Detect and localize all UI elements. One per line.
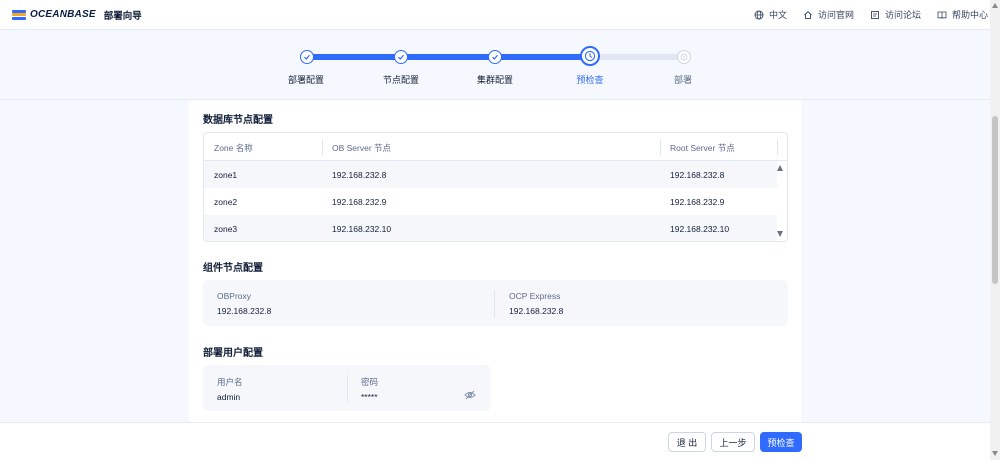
- step-label-precheck: 预检查: [576, 75, 604, 85]
- precheck-button[interactable]: 预检查: [760, 432, 802, 452]
- nav-official-site-label: 访问官网: [817, 10, 854, 20]
- obproxy-value: 192.168.232.8: [217, 306, 272, 316]
- column-divider: [660, 139, 661, 155]
- step-label-node-config[interactable]: 节点配置: [383, 73, 419, 86]
- scroll-down-icon[interactable]: [992, 451, 998, 456]
- column-header-zone: Zone 名称: [214, 143, 253, 153]
- window-scrollbar[interactable]: [990, 0, 1000, 460]
- cell-zone: zone3: [214, 224, 238, 234]
- cell-root-server: 192.168.232.9: [670, 197, 725, 207]
- column-divider: [777, 139, 778, 155]
- cell-zone: zone1: [214, 170, 238, 180]
- card-divider: [347, 375, 348, 403]
- nav-help-center-label: 帮助中心: [951, 10, 988, 20]
- step-node-node-config[interactable]: [394, 50, 408, 64]
- step-node-precheck: [580, 46, 600, 66]
- forum-icon: [871, 10, 879, 19]
- step-node-deploy: [677, 50, 691, 64]
- table-scroll-down-icon[interactable]: [777, 231, 783, 237]
- content-panel: 数据库节点配置 Zone 名称 OB Server 节点 Root Server…: [189, 100, 801, 422]
- nav-language[interactable]: 中文: [754, 8, 787, 21]
- cell-root-server: 192.168.232.8: [670, 170, 725, 180]
- column-header-ob-server: OB Server 节点: [332, 143, 392, 153]
- password-label: 密码: [361, 377, 379, 387]
- step-label-deploy: 部署: [673, 75, 693, 85]
- footer-bar: 退 出 上一步 预检查: [0, 422, 990, 460]
- nav-official-site[interactable]: 访问官网: [803, 8, 854, 21]
- book-icon: [937, 11, 947, 19]
- app-title: 部署向导: [103, 10, 142, 22]
- column-divider: [322, 139, 323, 155]
- previous-step-button[interactable]: 上一步: [711, 432, 755, 452]
- db-section-title: 数据库节点配置: [203, 115, 273, 126]
- eye-invisible-icon[interactable]: [464, 390, 476, 400]
- table-row: zone3 192.168.232.10 192.168.232.10: [204, 215, 777, 241]
- username-label: 用户名: [217, 377, 243, 387]
- table-row: zone2 192.168.232.9 192.168.232.9: [204, 188, 777, 215]
- header-nav: 中文 访问官网 访问论坛 帮助中心: [754, 8, 988, 21]
- db-node-table: Zone 名称 OB Server 节点 Root Server 节点 zone…: [203, 132, 788, 242]
- logo: OCEANBASE 部署向导: [12, 8, 142, 22]
- scrollbar-thumb[interactable]: [992, 116, 998, 284]
- top-header: OCEANBASE 部署向导 中文 访问官网 访问论坛 帮助中心: [0, 0, 1000, 30]
- check-icon: [492, 54, 498, 60]
- card-divider: [494, 290, 495, 318]
- ocp-express-label: OCP Express: [509, 291, 561, 301]
- nav-language-label: 中文: [768, 10, 787, 20]
- cell-zone: zone2: [214, 197, 238, 207]
- table-row: zone1 192.168.232.8 192.168.232.8: [204, 161, 777, 188]
- component-section-title: 组件节点配置: [203, 263, 263, 274]
- ocp-express-value: 192.168.232.8: [509, 306, 564, 316]
- step-node-deploy-config[interactable]: [300, 50, 314, 64]
- logo-text: OCEANBASE: [30, 9, 96, 20]
- check-icon: [398, 54, 404, 60]
- oceanbase-logo-icon: [12, 9, 26, 20]
- scroll-up-icon[interactable]: [992, 3, 998, 8]
- cell-ob-server: 192.168.232.8: [332, 170, 387, 180]
- step-label-cluster-config[interactable]: 集群配置: [477, 73, 513, 86]
- table-scroll-up-icon[interactable]: [777, 165, 783, 171]
- check-icon: [304, 54, 310, 60]
- username-value: admin: [217, 392, 241, 402]
- nav-forum-label: 访问论坛: [884, 10, 921, 20]
- deploy-user-card: 用户名 admin 密码 *****: [203, 365, 491, 411]
- clock-icon: [680, 53, 688, 61]
- cell-ob-server: 192.168.232.9: [332, 197, 387, 207]
- nav-help-center[interactable]: 帮助中心: [937, 8, 988, 21]
- step-label-deploy-config[interactable]: 部署配置: [288, 73, 324, 86]
- step-track-fill: [306, 54, 590, 60]
- nav-forum[interactable]: 访问论坛: [870, 8, 921, 21]
- globe-icon: [754, 10, 764, 19]
- home-icon: [804, 10, 812, 19]
- password-value: *****: [361, 392, 378, 402]
- cell-root-server: 192.168.232.10: [670, 224, 730, 234]
- table-header: Zone 名称 OB Server 节点 Root Server 节点: [204, 133, 787, 161]
- clock-icon: [584, 50, 596, 62]
- cell-ob-server: 192.168.232.10: [332, 224, 392, 234]
- column-header-root-server: Root Server 节点: [670, 143, 735, 153]
- user-section-title: 部署用户配置: [203, 348, 263, 359]
- exit-button[interactable]: 退 出: [668, 432, 706, 452]
- step-progress: 部署配置 节点配置 集群配置 预检查 部署: [0, 30, 1000, 100]
- component-node-card: OBProxy 192.168.232.8 OCP Express 192.16…: [203, 280, 788, 326]
- obproxy-label: OBProxy: [217, 291, 252, 301]
- step-node-cluster-config[interactable]: [488, 50, 502, 64]
